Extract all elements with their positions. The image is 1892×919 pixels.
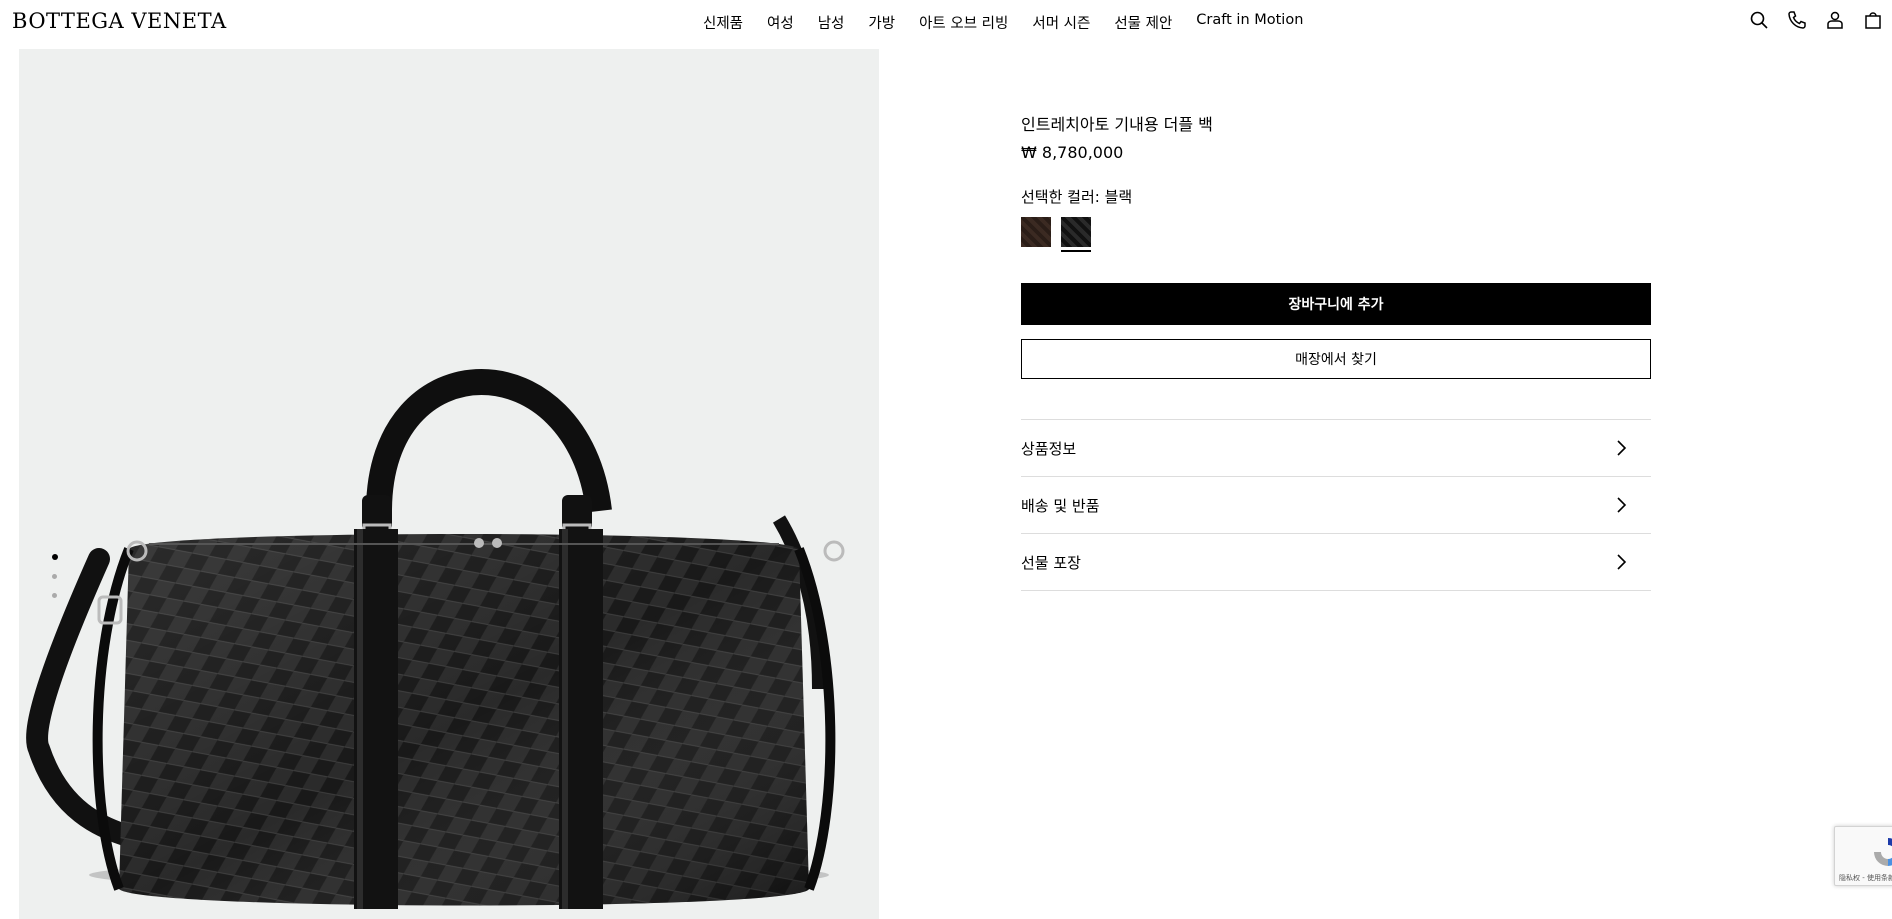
selected-color-label: 선택한 컬러: 블랙	[1021, 188, 1133, 206]
gallery-dot-1[interactable]	[52, 554, 58, 560]
search-icon[interactable]	[1740, 8, 1778, 32]
recaptcha-terms[interactable]: 隐私权 - 使用条款	[1839, 873, 1892, 883]
brand-logo[interactable]: BOTTEGA VENETA	[12, 9, 227, 33]
accordion-label: 상품정보	[1021, 439, 1077, 458]
recaptcha-badge[interactable]: 隐私权 - 使用条款	[1834, 826, 1892, 886]
nav-item-new[interactable]: 신제품	[703, 12, 743, 33]
accordion-shipping-returns[interactable]: 배송 및 반품	[1021, 477, 1651, 534]
nav-item-summer-season[interactable]: 서머 시즌	[1032, 12, 1090, 33]
product-name: 인트레치아토 기내용 더플 백	[1021, 115, 1213, 134]
site-header: BOTTEGA VENETA 신제품 여성 남성 가방 아트 오브 리빙 서머 …	[0, 0, 1892, 42]
chevron-right-icon	[1617, 497, 1627, 513]
product-price: ₩ 8,780,000	[1021, 143, 1124, 162]
find-in-store-button[interactable]: 매장에서 찾기	[1021, 339, 1651, 379]
product-gallery[interactable]	[19, 49, 879, 919]
phone-icon[interactable]	[1778, 8, 1816, 32]
chevron-right-icon	[1617, 554, 1627, 570]
recaptcha-icon	[1874, 838, 1892, 866]
accordion-label: 배송 및 반품	[1021, 496, 1100, 515]
nav-item-women[interactable]: 여성	[767, 12, 794, 33]
swatch-black[interactable]	[1061, 217, 1091, 252]
nav-item-men[interactable]: 남성	[818, 12, 845, 33]
product-image-duffle-bag	[26, 369, 845, 909]
nav-item-craft-in-motion[interactable]: Craft in Motion	[1196, 12, 1303, 33]
accordion-label: 선물 포장	[1021, 553, 1081, 572]
add-to-cart-button[interactable]: 장바구니에 추가	[1021, 283, 1651, 325]
product-info: 인트레치아토 기내용 더플 백 ₩ 8,780,000 선택한 컬러: 블랙 장…	[1021, 115, 1651, 591]
nav-item-gifts[interactable]: 선물 제안	[1114, 12, 1172, 33]
chevron-right-icon	[1617, 440, 1627, 456]
bag-icon[interactable]	[1854, 8, 1892, 32]
product-accordion: 상품정보 배송 및 반품 선물 포장	[1021, 419, 1651, 591]
accordion-gift-wrap[interactable]: 선물 포장	[1021, 534, 1651, 591]
accordion-product-info[interactable]: 상품정보	[1021, 420, 1651, 477]
gallery-dot-3[interactable]	[52, 593, 57, 598]
swatch-brown[interactable]	[1021, 217, 1051, 247]
nav-item-bags[interactable]: 가방	[868, 12, 895, 33]
nav-item-art-of-living[interactable]: 아트 오브 리빙	[919, 12, 1008, 33]
main-nav: 신제품 여성 남성 가방 아트 오브 리빙 서머 시즌 선물 제안 Craft …	[703, 12, 1303, 33]
account-icon[interactable]	[1816, 8, 1854, 32]
gallery-dot-2[interactable]	[52, 574, 57, 579]
gallery-pagination	[52, 554, 58, 598]
color-swatches	[1021, 217, 1651, 252]
header-icons	[1740, 8, 1892, 32]
